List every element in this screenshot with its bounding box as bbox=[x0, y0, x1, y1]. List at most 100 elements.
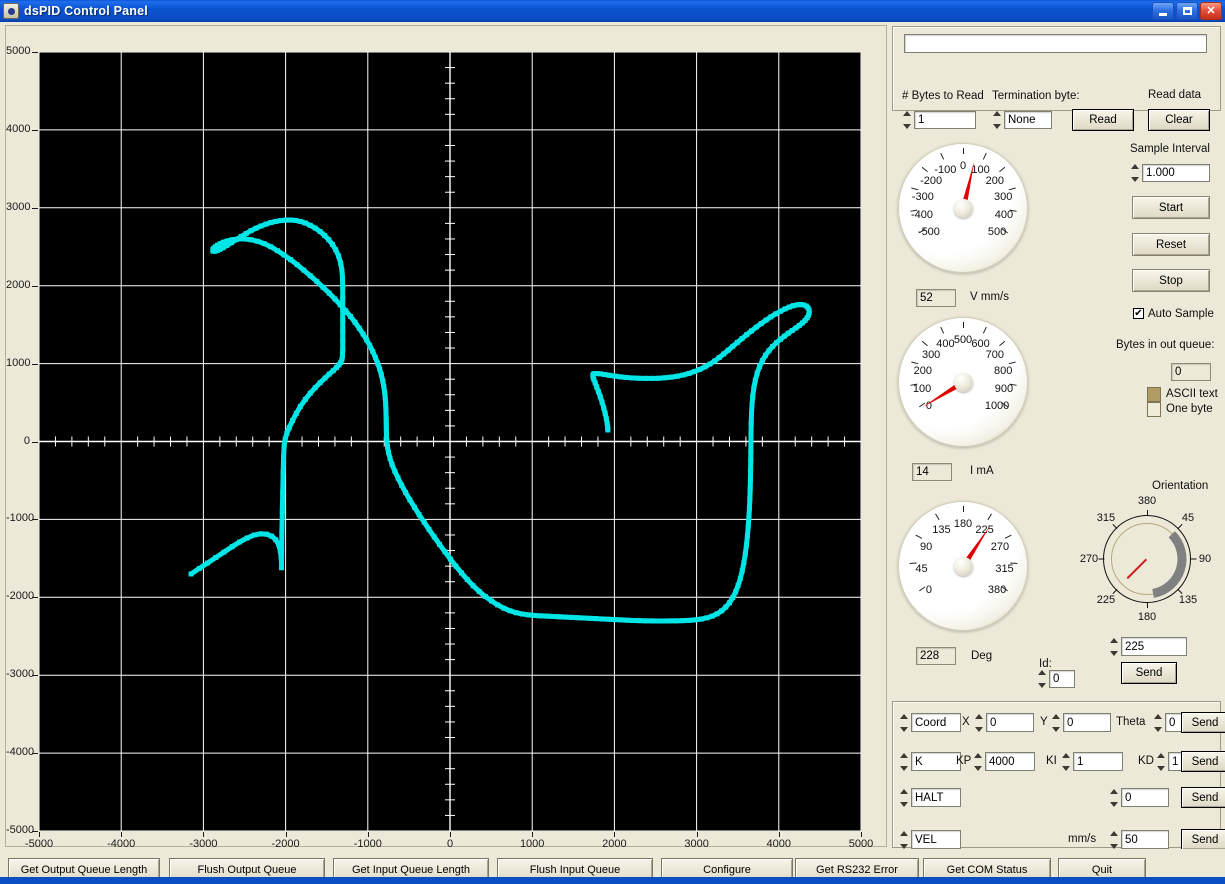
sample-interval-label: Sample Interval bbox=[1130, 143, 1210, 155]
clear-button[interactable]: Clear bbox=[1148, 109, 1210, 131]
k-command-KI-field[interactable]: 1 bbox=[1073, 752, 1123, 771]
y-tick-label: -4000 bbox=[6, 746, 35, 759]
vel-command-send-button[interactable]: Send bbox=[1181, 829, 1225, 850]
orientation-knob[interactable]: 380 45 90 135 180 225 270 315 bbox=[1080, 495, 1211, 623]
trajectory-graph[interactable]: -5000 -4000 -3000 -2000 -1000 0 1000 2000 3000 40… bbox=[5, 25, 887, 850]
gauge-tick-label: 300 bbox=[993, 191, 1013, 204]
id-field[interactable]: 0 bbox=[1049, 670, 1075, 688]
coord-command-Y-spinner[interactable] bbox=[1050, 714, 1061, 732]
gauge-tick-mark bbox=[935, 513, 940, 520]
k-command-KI-spinner[interactable] bbox=[1060, 753, 1071, 771]
knob-tick-label: 315 bbox=[1096, 511, 1116, 524]
coord-command-field[interactable]: Coord bbox=[911, 713, 961, 732]
halt-command-value-spinner[interactable] bbox=[1108, 789, 1119, 807]
gauge-hub bbox=[953, 556, 973, 576]
id-spinner[interactable] bbox=[1036, 670, 1047, 688]
bytes-in-out-queue-field: 0 bbox=[1171, 363, 1211, 381]
vel-command-field[interactable]: VEL bbox=[911, 830, 961, 849]
y-tick-mark bbox=[32, 519, 38, 521]
sample-interval-spinner[interactable] bbox=[1129, 164, 1140, 182]
gauge-tick-mark bbox=[983, 326, 987, 333]
gauge-tick-mark bbox=[940, 326, 944, 333]
knob-tick-label: 180 bbox=[1137, 611, 1157, 623]
gauge-tick-label: 135 bbox=[932, 524, 951, 537]
gauge-tick-label: 100 bbox=[912, 383, 932, 396]
knob-tick-label: 135 bbox=[1178, 594, 1198, 606]
vel-command-spinner[interactable] bbox=[898, 831, 909, 849]
gauge-tick-label: 700 bbox=[985, 349, 1005, 362]
y-tick-label: 1000 bbox=[6, 356, 31, 369]
coord-command-spinner[interactable] bbox=[898, 714, 909, 732]
x-tick-mark bbox=[696, 832, 698, 837]
knob-tick-mark bbox=[1147, 602, 1148, 608]
coord-command-send-button[interactable]: Send bbox=[1181, 712, 1225, 733]
knob-tick-mark bbox=[1147, 510, 1148, 516]
plot-area[interactable] bbox=[39, 52, 861, 831]
coord-command-Theta-spinner[interactable] bbox=[1152, 714, 1163, 732]
coord-command-Y-field[interactable]: 0 bbox=[1063, 713, 1111, 732]
gauge-tick-mark bbox=[921, 340, 928, 346]
read-button[interactable]: Read bbox=[1072, 109, 1134, 131]
gauge-tick-label: 300 bbox=[921, 349, 941, 362]
velocity-unit-label: V mm/s bbox=[970, 291, 1009, 303]
halt-command-field[interactable]: HALT bbox=[911, 788, 961, 807]
knob-tick-label: 270 bbox=[1079, 553, 1099, 565]
gauge-tick-label: -200 bbox=[920, 175, 943, 188]
gauge-tick-label: 400 bbox=[994, 209, 1014, 222]
k-command-KP-spinner[interactable] bbox=[972, 753, 983, 771]
stop-button[interactable]: Stop bbox=[1132, 269, 1210, 292]
termination-byte-field[interactable]: None bbox=[1004, 111, 1052, 129]
termination-byte-spinner[interactable] bbox=[991, 111, 1002, 129]
gauge-tick-label: 500 bbox=[953, 334, 973, 347]
vel-command-mm/s-spinner[interactable] bbox=[1108, 831, 1119, 849]
y-tick-mark bbox=[32, 52, 38, 53]
gauge-tick-mark bbox=[1005, 534, 1012, 539]
reset-label: Reset bbox=[1155, 238, 1187, 251]
halt-command-spinner[interactable] bbox=[898, 789, 909, 807]
window-body: -5000 -4000 -3000 -2000 -1000 0 1000 2000 3000 40… bbox=[0, 22, 1225, 884]
y-tick-mark bbox=[32, 675, 38, 677]
ascii-text-label: ASCII text bbox=[1166, 388, 1218, 400]
orientation-field[interactable]: 225 bbox=[1121, 637, 1187, 656]
coord-command-X-field[interactable]: 0 bbox=[986, 713, 1034, 732]
y-tick-label: 0 bbox=[23, 434, 30, 447]
heading-value-field: 228 bbox=[916, 647, 956, 665]
read-buffer-field[interactable] bbox=[904, 34, 1207, 53]
minimize-button[interactable] bbox=[1152, 2, 1174, 20]
halt-command-value-field[interactable]: 0 bbox=[1121, 788, 1169, 807]
x-tick-mark bbox=[614, 832, 616, 837]
x-tick-mark bbox=[285, 832, 287, 837]
status-bar bbox=[0, 877, 1225, 884]
coord-command-Theta-label: Theta bbox=[1116, 716, 1146, 728]
orientation-send-button[interactable]: Send bbox=[1121, 662, 1177, 684]
x-tick-mark bbox=[367, 832, 369, 837]
k-command-KD-spinner[interactable] bbox=[1155, 753, 1166, 771]
gauge-tick-label: 0 bbox=[925, 583, 932, 596]
y-tick-mark bbox=[32, 207, 38, 209]
k-command-send-button[interactable]: Send bbox=[1181, 751, 1225, 772]
velocity-gauge: -500 -400 -300 -200 -100 0 100 200 300 400 500 bbox=[898, 143, 1028, 273]
gauge-tick-mark bbox=[983, 152, 987, 159]
y-tick-mark bbox=[32, 597, 38, 599]
sample-interval-field[interactable]: 1.000 bbox=[1142, 164, 1210, 182]
gauge-tick-label: 45 bbox=[915, 562, 928, 575]
reset-button[interactable]: Reset bbox=[1132, 233, 1210, 256]
bytes-to-read-field[interactable]: 1 bbox=[914, 111, 976, 129]
k-command-field[interactable]: K bbox=[911, 752, 961, 771]
vel-command-mm/s-field[interactable]: 50 bbox=[1121, 830, 1169, 849]
heading-gauge: 0 45 90 135 180 225 270 315 380 bbox=[898, 501, 1028, 631]
k-command-spinner[interactable] bbox=[898, 753, 909, 771]
orientation-spinner[interactable] bbox=[1108, 638, 1119, 656]
close-button[interactable]: ✕ bbox=[1200, 2, 1222, 20]
start-button[interactable]: Start bbox=[1132, 196, 1210, 219]
maximize-button[interactable] bbox=[1176, 2, 1198, 20]
halt-command-send-button[interactable]: Send bbox=[1181, 787, 1225, 808]
auto-sample-checkbox[interactable]: ✔ bbox=[1133, 308, 1144, 319]
gauge-tick-label: 500 bbox=[987, 225, 1007, 238]
bytes-to-read-spinner[interactable] bbox=[901, 111, 912, 129]
app-icon bbox=[3, 3, 19, 19]
k-command-KP-field[interactable]: 4000 bbox=[985, 752, 1035, 771]
coord-command-X-spinner[interactable] bbox=[973, 714, 984, 732]
y-tick-label: 5000 bbox=[6, 45, 31, 57]
knob-tick-label: 380 bbox=[1137, 495, 1157, 507]
